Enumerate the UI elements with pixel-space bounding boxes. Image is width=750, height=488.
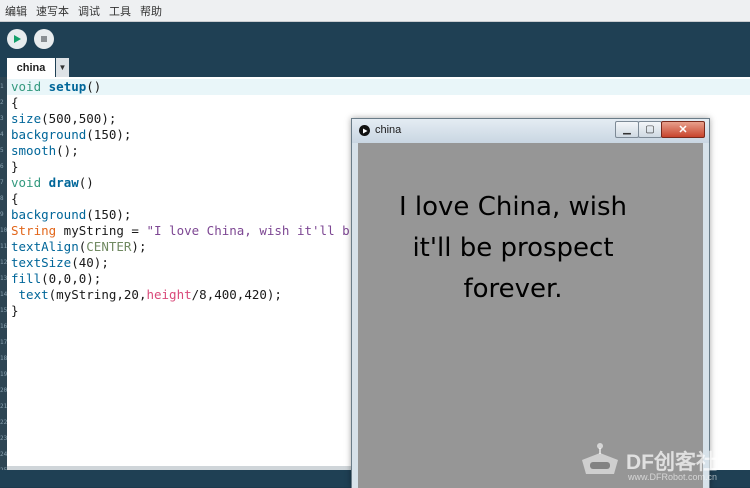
code-line: } bbox=[11, 303, 19, 318]
sketch-titlebar[interactable]: china ▁ ▢ ✕ bbox=[352, 119, 709, 143]
code-line: smooth(); bbox=[11, 143, 79, 158]
tab-china[interactable]: china bbox=[7, 58, 55, 77]
code-line: } bbox=[11, 159, 19, 174]
minimize-button[interactable]: ▁ bbox=[615, 121, 639, 138]
line-number: 23 bbox=[0, 435, 8, 442]
code-line: text(myString,20,height/8,400,420); bbox=[18, 287, 282, 302]
sketch-window: china ▁ ▢ ✕ I love China, wish it'll be … bbox=[351, 118, 710, 488]
line-number: 21 bbox=[0, 403, 8, 410]
line-number: 5 bbox=[0, 147, 4, 154]
line-number: 3 bbox=[0, 115, 4, 122]
line-number: 7 bbox=[0, 179, 4, 186]
processing-icon bbox=[359, 125, 370, 136]
menu-help[interactable]: 帮助 bbox=[135, 3, 166, 19]
line-number: 13 bbox=[0, 275, 8, 282]
line-number: 11 bbox=[0, 243, 8, 250]
code-line: void draw() bbox=[11, 175, 94, 190]
tab-menu-button[interactable]: ▼ bbox=[56, 58, 69, 77]
stop-icon bbox=[41, 36, 47, 42]
line-number: 22 bbox=[0, 419, 8, 426]
robot-logo-icon bbox=[582, 443, 618, 474]
canvas-text: I love China, wish it'll be prospect for… bbox=[398, 192, 628, 304]
line-gutter: 1234567891011121314151617181920212223242… bbox=[0, 77, 8, 474]
code-line: String myString = "I love China, wish it… bbox=[11, 223, 350, 238]
line-number: 19 bbox=[0, 371, 8, 378]
maximize-button[interactable]: ▢ bbox=[638, 121, 662, 138]
menu-tools[interactable]: 工具 bbox=[104, 3, 135, 19]
tab-bar: china ▼ bbox=[0, 56, 750, 77]
line-number: 16 bbox=[0, 323, 8, 330]
close-icon: ✕ bbox=[678, 124, 688, 136]
code-line: textAlign(CENTER); bbox=[11, 239, 147, 254]
menu-debug[interactable]: 调试 bbox=[73, 3, 104, 19]
toolbar bbox=[0, 22, 750, 56]
sketch-title: china bbox=[375, 124, 402, 136]
line-number: 10 bbox=[0, 227, 8, 234]
line-number: 20 bbox=[0, 387, 8, 394]
line-number: 8 bbox=[0, 195, 4, 202]
minimize-icon: ▁ bbox=[623, 124, 631, 135]
code-line: { bbox=[11, 95, 19, 110]
run-button[interactable] bbox=[7, 29, 27, 49]
code-line: void setup() bbox=[11, 79, 102, 94]
menu-sketch[interactable]: 速写本 bbox=[31, 3, 73, 19]
play-icon bbox=[14, 35, 21, 43]
line-number: 14 bbox=[0, 291, 8, 298]
line-number: 1 bbox=[0, 83, 4, 90]
line-number: 15 bbox=[0, 307, 8, 314]
line-number: 9 bbox=[0, 211, 4, 218]
code-line: fill(0,0,0); bbox=[11, 271, 102, 286]
line-number: 4 bbox=[0, 131, 4, 138]
line-number: 18 bbox=[0, 355, 8, 362]
code-line: { bbox=[11, 191, 19, 206]
line-number: 2 bbox=[0, 99, 4, 106]
code-line: background(150); bbox=[11, 127, 132, 142]
watermark-url: www.DFRobot.com.cn bbox=[628, 472, 718, 482]
code-line: background(150); bbox=[11, 207, 132, 222]
stop-button[interactable] bbox=[34, 29, 54, 49]
close-button[interactable]: ✕ bbox=[661, 121, 705, 138]
line-number: 24 bbox=[0, 451, 8, 458]
line-number: 6 bbox=[0, 163, 4, 170]
line-number: 17 bbox=[0, 339, 8, 346]
sketch-canvas[interactable]: I love China, wish it'll be prospect for… bbox=[358, 143, 703, 488]
line-number: 12 bbox=[0, 259, 8, 266]
watermark: DF创客社 www.DFRobot.com.cn bbox=[578, 440, 748, 484]
menu-edit[interactable]: 编辑 bbox=[0, 3, 31, 19]
menu-bar: 编辑 速写本 调试 工具 帮助 bbox=[0, 0, 750, 22]
chevron-down-icon: ▼ bbox=[58, 63, 67, 72]
maximize-icon: ▢ bbox=[645, 124, 655, 135]
current-line-highlight bbox=[7, 79, 750, 95]
code-line: size(500,500); bbox=[11, 111, 117, 126]
code-line: textSize(40); bbox=[11, 255, 109, 270]
